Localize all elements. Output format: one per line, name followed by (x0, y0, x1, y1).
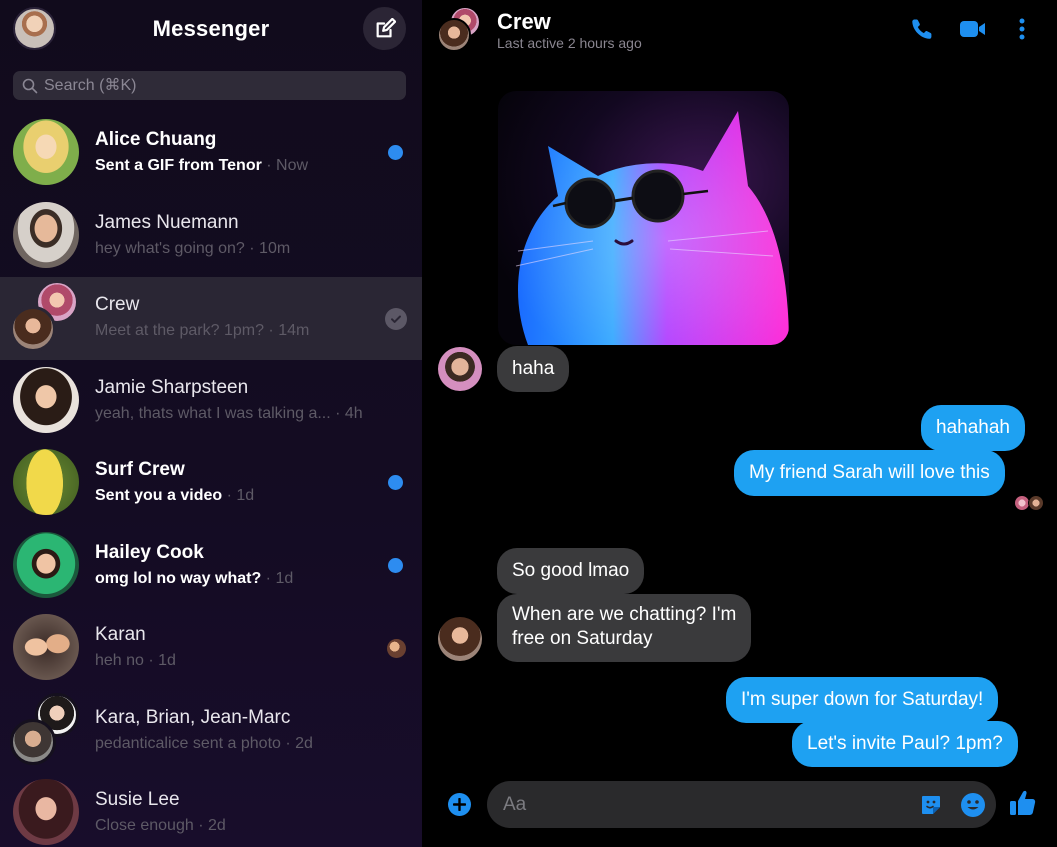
phone-icon (912, 19, 932, 39)
search-input[interactable] (44, 76, 384, 95)
group-avatar (10, 692, 79, 765)
message-bubble-incoming-multiline[interactable]: When are we chatting? I'm free on Saturd… (497, 594, 752, 662)
unread-indicator (388, 145, 403, 160)
seen-avatar (1028, 495, 1044, 511)
avatar (13, 779, 79, 845)
conversation-item-alice-chuang[interactable]: Alice Chuang Sent a GIF from Tenor · Now (0, 112, 422, 195)
plus-icon (453, 798, 466, 811)
avatar (13, 366, 79, 433)
avatar (13, 614, 79, 680)
conversation-snippet: Sent a GIF from Tenor · Now (95, 157, 309, 174)
message-bubble-outgoing[interactable]: I'm super down for Saturday! (726, 677, 999, 723)
chat-title[interactable]: Crew (497, 9, 551, 35)
conversation-snippet: yeah, thats what I was talking a... · 4h (95, 404, 363, 422)
chat-header: Crew Last active 2 hours ago (422, 0, 1057, 60)
conversation-item-james-nuemann[interactable]: James Nuemann hey what's going on? · 10m (0, 195, 422, 278)
like-button[interactable] (1008, 788, 1038, 818)
read-receipts (1014, 495, 1054, 511)
conversation-time: · 14m (263, 322, 310, 339)
conversation-sidebar: Messenger Alice Chuang Sent a GIF from T… (0, 0, 422, 847)
sidebar-header: Messenger (0, 0, 422, 60)
conversation-snippet: omg lol no way what? · 1d (95, 569, 294, 587)
conversation-time: · 2d (193, 817, 226, 834)
conversation-name: Crew (95, 294, 140, 315)
avatar (13, 531, 79, 598)
emoji-button[interactable] (960, 792, 986, 818)
group-avatar[interactable] (437, 6, 487, 52)
conversation-snippet: pedanticalice sent a photo · 2d (95, 734, 313, 752)
more-actions-button[interactable] (448, 793, 471, 816)
conversation-time: · 1d (261, 569, 294, 587)
video-call-button[interactable] (958, 14, 988, 44)
conversation-item-kara-brian-jean-marc[interactable]: Kara, Brian, Jean-Marc pedanticalice sen… (0, 690, 422, 773)
thumbs-up-icon (1010, 790, 1036, 815)
conversation-snippet: heh no · 1d (95, 652, 176, 669)
unread-indicator (388, 557, 403, 573)
conversation-name: Surf Crew (95, 459, 185, 480)
message-bubble-incoming[interactable]: So good lmao (497, 548, 645, 594)
seen-avatar (387, 639, 406, 658)
avatar (13, 201, 79, 268)
search-icon (22, 78, 38, 93)
message-line: When are we chatting? I'm (512, 604, 737, 625)
conversation-list: Alice Chuang Sent a GIF from Tenor · Now… (0, 112, 422, 847)
conversation-time: · 2d (280, 734, 313, 752)
message-bubble-outgoing[interactable]: hahahah (921, 405, 1025, 451)
cat-photo (515, 111, 789, 345)
conversation-name: Kara, Brian, Jean-Marc (95, 706, 291, 728)
image-message[interactable] (498, 91, 789, 345)
group-avatar (10, 280, 79, 352)
conversation-time: · Now (261, 157, 309, 174)
conversation-time: · 4h (330, 404, 363, 422)
sticker-icon (922, 796, 940, 814)
video-camera-icon (960, 21, 985, 37)
sender-avatar[interactable] (438, 347, 482, 391)
app-title: Messenger (152, 16, 270, 41)
avatar (10, 718, 56, 765)
conversation-time: · 10m (244, 239, 291, 257)
conversation-snippet: Close enough · 2d (95, 817, 226, 834)
message-input[interactable] (503, 791, 903, 818)
message-composer (487, 781, 996, 828)
read-receipt-icon (385, 308, 407, 330)
new-message-button[interactable] (363, 7, 406, 50)
more-options-button[interactable] (1014, 14, 1030, 44)
conversation-snippet: Meet at the park? 1pm? · 14m (95, 322, 310, 339)
avatar (437, 18, 471, 52)
more-vertical-icon (1019, 18, 1025, 40)
emoji-icon (961, 793, 985, 817)
conversation-item-susie-lee[interactable]: Susie Lee Close enough · 2d (0, 772, 422, 847)
conversation-item-jamie-sharpsteen[interactable]: Jamie Sharpsteen yeah, thats what I was … (0, 360, 422, 443)
compose-icon (376, 17, 396, 37)
conversation-name: Hailey Cook (95, 541, 204, 563)
sender-avatar[interactable] (438, 617, 482, 661)
conversation-item-hailey-cook[interactable]: Hailey Cook omg lol no way what? · 1d (0, 525, 422, 608)
conversation-time: · 1d (143, 652, 176, 669)
conversation-item-karan[interactable]: Karan heh no · 1d (0, 607, 422, 690)
conversation-name: Karan (95, 624, 146, 645)
avatar (13, 119, 79, 185)
message-bubble-outgoing[interactable]: My friend Sarah will love this (734, 450, 1005, 496)
conversation-name: Susie Lee (95, 789, 180, 810)
conversation-name: Jamie Sharpsteen (95, 376, 249, 398)
conversation-time: · 1d (222, 487, 255, 504)
message-line: free on Saturday (512, 628, 653, 649)
conversation-name: Alice Chuang (95, 129, 217, 150)
avatar (10, 306, 56, 352)
conversation-name: James Nuemann (95, 211, 239, 233)
sticker-button[interactable] (919, 793, 943, 817)
avatar (13, 449, 79, 515)
conversation-item-surf-crew[interactable]: Surf Crew Sent you a video · 1d (0, 442, 422, 525)
search-bar[interactable] (13, 71, 406, 100)
message-bubble-outgoing[interactable]: Let's invite Paul? 1pm? (792, 721, 1018, 767)
audio-call-button[interactable] (908, 14, 936, 44)
unread-indicator (388, 475, 403, 490)
message-bubble-incoming[interactable]: haha (497, 346, 570, 392)
conversation-snippet: hey what's going on? · 10m (95, 239, 291, 257)
chat-status: Last active 2 hours ago (497, 35, 642, 51)
conversation-item-crew[interactable]: Crew Meet at the park? 1pm? · 14m (0, 277, 422, 360)
conversation-snippet: Sent you a video · 1d (95, 487, 255, 504)
